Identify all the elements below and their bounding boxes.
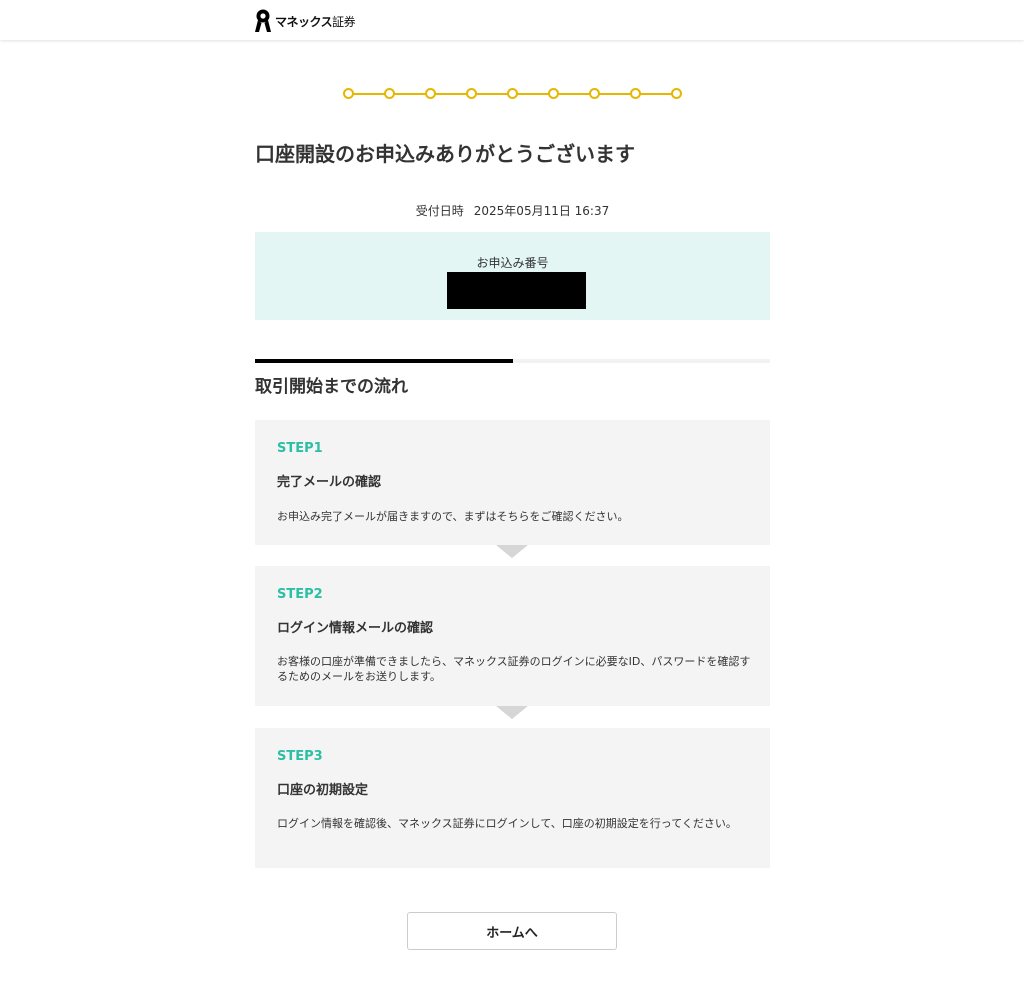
received-label: 受付日時 [415, 204, 464, 218]
section-divider [255, 359, 770, 363]
site-header: マネックス証券 [0, 0, 1024, 40]
progress-step-dot [343, 88, 354, 99]
step-title: ログイン情報メールの確認 [277, 621, 434, 636]
step-card-3: STEP3 口座の初期設定 ログイン情報を確認後、マネックス証券にログインして、… [255, 728, 770, 868]
home-button[interactable]: ホームへ [407, 912, 617, 950]
step-label: STEP2 [277, 587, 323, 602]
step-title: 口座の初期設定 [277, 783, 369, 798]
received-datetime: 受付日時 2025年05月11日 16:37 [255, 202, 770, 219]
progress-step-dot [589, 88, 600, 99]
step-description: お申込み完了メールが届きますので、まずはそちらをご確認ください。 [277, 510, 629, 523]
monex-logo[interactable]: マネックス証券 [255, 9, 356, 33]
monex-logo-icon [255, 9, 271, 32]
step-card-2: STEP2 ログイン情報メールの確認 お客様の口座が準備できましたら、マネックス… [255, 566, 770, 706]
application-number-value-redacted [447, 272, 586, 309]
received-value: 2025年05月11日 16:37 [473, 204, 610, 218]
step-label: STEP1 [277, 441, 323, 456]
step-title: 完了メールの確認 [277, 475, 382, 490]
page-title: 口座開設のお申込みありがとうございます [255, 142, 635, 166]
step-description: ログイン情報を確認後、マネックス証券にログインして、口座の初期設定を行ってくださ… [277, 817, 737, 830]
step-label: STEP3 [277, 749, 323, 764]
progress-step-dot [425, 88, 436, 99]
step-arrow-icon [496, 545, 528, 558]
section-divider-accent [255, 359, 513, 363]
logo-text: マネックス証券 [275, 13, 356, 30]
application-number-label: お申込み番号 [476, 256, 549, 270]
progress-step-dot [507, 88, 518, 99]
step-arrow-icon [496, 706, 528, 719]
logo-suffix: 証券 [332, 14, 356, 29]
step-description: お客様の口座が準備できましたら、マネックス証券のログインに必要なID、パスワード… [277, 655, 751, 683]
progress-step-dot [384, 88, 395, 99]
step-card-1: STEP1 完了メールの確認 お申込み完了メールが届きますので、まずはそちらをご… [255, 420, 770, 545]
progress-step-dot [671, 88, 682, 99]
application-progress-indicator [343, 88, 683, 100]
progress-step-dot [548, 88, 559, 99]
progress-step-dot [630, 88, 641, 99]
progress-step-dot [466, 88, 477, 99]
application-number-panel: お申込み番号 [255, 232, 770, 320]
logo-brand: マネックス [275, 14, 333, 29]
flow-section-title: 取引開始までの流れ [255, 377, 408, 397]
